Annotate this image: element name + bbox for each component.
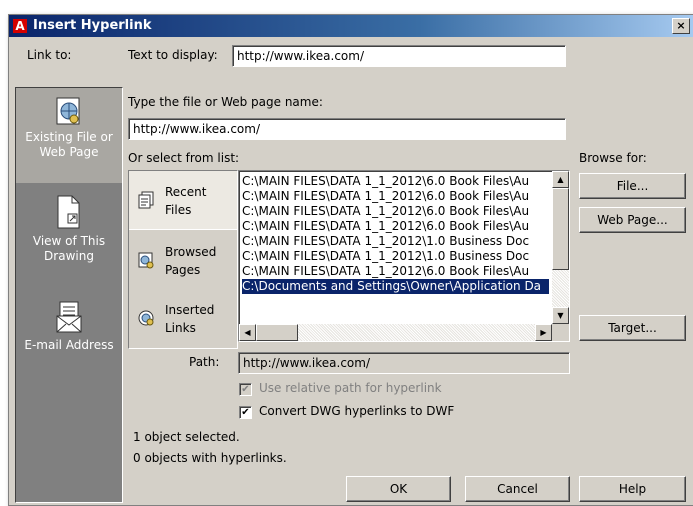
browse-file-button[interactable]: File... <box>579 173 686 199</box>
scroll-up-icon[interactable]: ▲ <box>552 171 569 188</box>
path-field: http://www.ikea.com/ <box>238 352 570 374</box>
list-item[interactable]: C:\MAIN FILES\DATA 1_1_2012\6.0 Book Fil… <box>242 174 549 189</box>
browsed-pages-icon <box>138 252 154 269</box>
insert-hyperlink-dialog: A Insert Hyperlink × Link to: Existing F… <box>8 14 693 506</box>
select-from-list-label: Or select from list: <box>128 151 240 165</box>
link-to-label: Link to: <box>27 48 72 62</box>
scroll-left-icon[interactable]: ◀ <box>239 324 256 341</box>
scrollbar-corner <box>552 324 569 341</box>
scroll-down-icon[interactable]: ▼ <box>552 307 569 324</box>
objects-with-links-status: 0 objects with hyperlinks. <box>133 451 287 465</box>
tab-browsed-pages[interactable]: Browsed Pages <box>129 231 237 289</box>
tab-recent-files[interactable]: Recent Files <box>129 171 237 230</box>
link-to-existing-file-label: Existing File or Web Page <box>25 130 113 159</box>
list-item[interactable]: C:\MAIN FILES\DATA 1_1_2012\6.0 Book Fil… <box>242 189 549 204</box>
link-to-panel: Existing File or Web Page View of This D… <box>15 87 123 503</box>
browse-web-page-button[interactable]: Web Page... <box>579 207 686 233</box>
link-to-view-of-drawing[interactable]: View of This Drawing <box>16 194 122 289</box>
drawing-view-icon <box>57 195 80 229</box>
ok-button[interactable]: OK <box>346 476 451 502</box>
file-name-label: Type the file or Web page name: <box>128 95 323 109</box>
tab-inserted-links-label: Inserted Links <box>165 303 215 335</box>
target-button[interactable]: Target... <box>579 315 686 341</box>
list-item[interactable]: C:\MAIN FILES\DATA 1_1_2012\6.0 Book Fil… <box>242 219 549 234</box>
close-button[interactable]: × <box>672 18 690 34</box>
tab-recent-files-label: Recent Files <box>165 185 207 217</box>
vertical-scroll-thumb[interactable] <box>552 188 569 270</box>
list-horizontal-scrollbar[interactable]: ◀ ▶ <box>239 324 552 341</box>
inserted-links-icon <box>138 310 154 326</box>
list-item[interactable]: C:\MAIN FILES\DATA 1_1_2012\6.0 Book Fil… <box>242 204 549 219</box>
link-to-email-address[interactable]: E-mail Address <box>16 300 122 380</box>
relative-path-label: Use relative path for hyperlink <box>259 381 442 395</box>
horizontal-scroll-thumb[interactable] <box>256 324 298 341</box>
convert-dwg-checkbox[interactable]: ✔ <box>239 406 252 419</box>
cancel-button[interactable]: Cancel <box>465 476 570 502</box>
link-to-view-of-drawing-label: View of This Drawing <box>32 234 106 263</box>
recent-files-icon <box>138 191 154 209</box>
list-vertical-scrollbar[interactable]: ▲ ▼ <box>552 171 569 324</box>
title-bar[interactable]: A Insert Hyperlink × <box>9 15 693 37</box>
dialog-title: Insert Hyperlink <box>33 18 152 33</box>
link-to-email-address-label: E-mail Address <box>24 338 114 352</box>
tab-inserted-links[interactable]: Inserted Links <box>129 289 237 347</box>
text-to-display-input[interactable]: http://www.ikea.com/ <box>232 45 566 67</box>
tab-browsed-pages-label: Browsed Pages <box>165 245 217 277</box>
objects-selected-status: 1 object selected. <box>133 430 240 444</box>
list-item-selected[interactable]: C:\Documents and Settings\Owner\Applicat… <box>242 279 549 294</box>
list-item[interactable]: C:\MAIN FILES\DATA 1_1_2012\1.0 Business… <box>242 234 549 249</box>
scroll-right-icon[interactable]: ▶ <box>535 324 552 341</box>
browse-for-label: Browse for: <box>579 151 647 165</box>
relative-path-checkbox[interactable]: ✔ <box>239 383 252 396</box>
text-to-display-label: Text to display: <box>128 48 218 62</box>
file-name-input[interactable]: http://www.ikea.com/ <box>128 118 566 140</box>
web-page-icon <box>56 97 80 125</box>
list-source-tabs: Recent Files Browsed Pages Inserted Link… <box>128 170 238 349</box>
email-icon <box>56 301 82 333</box>
autocad-app-icon: A <box>13 19 27 33</box>
convert-dwg-label: Convert DWG hyperlinks to DWF <box>259 404 455 418</box>
path-label: Path: <box>189 355 220 369</box>
recent-files-list[interactable]: C:\MAIN FILES\DATA 1_1_2012\6.0 Book Fil… <box>238 170 570 342</box>
help-button[interactable]: Help <box>579 476 686 502</box>
list-item[interactable]: C:\MAIN FILES\DATA 1_1_2012\6.0 Book Fil… <box>242 264 549 279</box>
link-to-existing-file[interactable]: Existing File or Web Page <box>16 88 122 183</box>
list-item[interactable]: C:\MAIN FILES\DATA 1_1_2012\1.0 Business… <box>242 249 549 264</box>
